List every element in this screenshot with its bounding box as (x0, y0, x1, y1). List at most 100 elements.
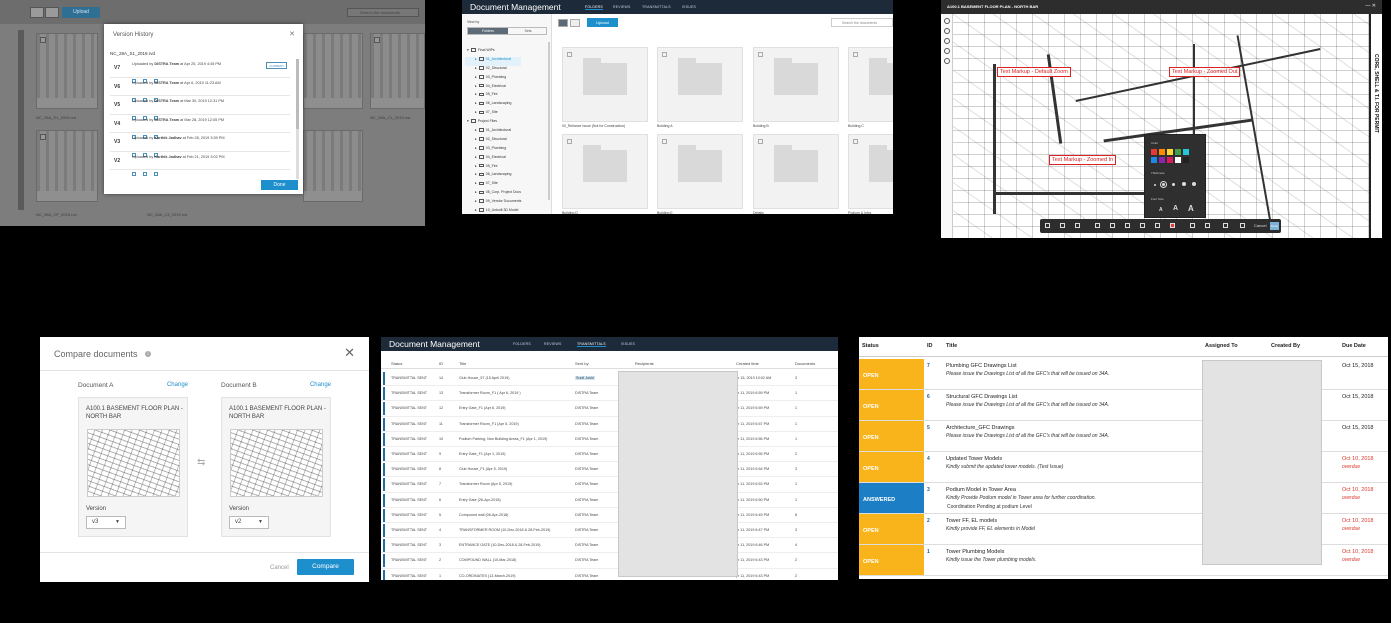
chevron-right-icon[interactable]: ▸ (475, 172, 477, 176)
folder-card[interactable] (657, 134, 743, 209)
color-swatch[interactable] (1151, 149, 1157, 155)
table-row[interactable]: TRANSMITTAL SENT 12 Entry Gate_F1 (Apr 6, … (381, 401, 838, 417)
checkbox[interactable] (853, 139, 858, 144)
chevron-right-icon[interactable]: ▸ (475, 146, 477, 150)
chevron-right-icon[interactable]: ▸ (475, 75, 477, 79)
version-select[interactable]: v2 ▼ (229, 516, 269, 529)
upload-button[interactable]: Upload (587, 18, 618, 27)
text-markup[interactable]: Text Markup - Zoomed In (1049, 155, 1117, 165)
freehand-icon[interactable] (1110, 223, 1115, 228)
checkbox[interactable] (40, 37, 46, 43)
history-icon[interactable] (944, 58, 950, 64)
table-row[interactable]: TRANSMITTAL SENT 3 ENTRANCE GATE (10-Dec-2… (381, 538, 838, 554)
text-icon[interactable] (1155, 223, 1160, 228)
compare-button[interactable]: Compare (297, 559, 354, 575)
cancel-button[interactable]: Cancel (1254, 223, 1266, 228)
tab-reviews[interactable]: REVIEWS (544, 342, 562, 346)
chevron-right-icon[interactable]: ▸ (475, 181, 477, 185)
checkbox[interactable] (853, 52, 858, 57)
tree-item[interactable]: ▸ 03_Plumbing (465, 75, 521, 84)
thickness-option[interactable] (1160, 181, 1167, 188)
tree-item[interactable]: ▸ 10_Unbuilt 3D Model (465, 208, 521, 214)
compare-icon[interactable] (944, 48, 950, 54)
text-markup[interactable]: Text Markup - Zoomed Out (1169, 67, 1241, 77)
table-row[interactable]: TRANSMITTAL SENT 4 TRANSFORMER ROOM (10-De… (381, 523, 838, 539)
column-header[interactable]: ID (439, 361, 443, 366)
font-size-medium[interactable]: A (1173, 205, 1178, 212)
color-swatch[interactable] (1167, 149, 1173, 155)
image-icon[interactable] (1240, 223, 1245, 228)
arrow-icon[interactable] (1140, 223, 1145, 228)
done-button[interactable]: Done (1270, 222, 1279, 230)
tree-root[interactable]: ▾ Final WIPs (465, 48, 521, 57)
delete-icon[interactable] (1223, 223, 1228, 228)
tab-transmittals[interactable]: TRANSMITTALS (642, 5, 671, 9)
layers-icon[interactable] (944, 18, 950, 24)
checkbox[interactable] (374, 37, 380, 43)
done-button[interactable]: Done (261, 180, 298, 190)
checkbox[interactable] (567, 52, 572, 57)
checkbox[interactable] (758, 139, 763, 144)
table-row[interactable]: TRANSMITTAL SENT 2 COMPOUND WALL (10-Mar-2… (381, 553, 838, 569)
file-thumbnail[interactable] (303, 33, 363, 109)
fit-icon[interactable] (1060, 223, 1065, 228)
tree-item[interactable]: ▸ 07_Site (465, 181, 521, 190)
chevron-right-icon[interactable]: ▸ (475, 190, 477, 194)
chevron-right-icon[interactable]: ▸ (475, 101, 477, 105)
highlighter-icon[interactable] (1125, 223, 1130, 228)
table-row[interactable]: TRANSMITTAL SENT 5 Compound wall (06-Apr-2… (381, 508, 838, 523)
chevron-right-icon[interactable]: ▸ (475, 84, 477, 88)
color-swatch[interactable] (1175, 149, 1181, 155)
tab-reviews[interactable]: REVIEWS (613, 5, 631, 9)
version-row[interactable]: V3 Uploaded by Karthik Jadhav at Feb 28, … (110, 133, 290, 157)
chevron-right-icon[interactable]: ▸ (475, 57, 477, 61)
folder-card[interactable] (753, 134, 839, 209)
chevron-right-icon[interactable]: ▸ (475, 208, 477, 212)
color-swatch[interactable] (1183, 157, 1189, 163)
column-header[interactable]: Documents (795, 361, 815, 366)
scrollbar[interactable] (18, 30, 24, 210)
folder-card[interactable] (848, 47, 893, 122)
scrollbar[interactable] (548, 42, 550, 200)
table-row[interactable]: TRANSMITTAL SENT 10 Podium Parking, Non Bu… (381, 432, 838, 447)
grid-view-icon[interactable] (558, 19, 568, 27)
thickness-option[interactable] (1192, 182, 1196, 186)
color-icon[interactable] (1170, 223, 1175, 228)
change-document-b-link[interactable]: Change (310, 382, 331, 388)
chevron-right-icon[interactable]: ▸ (475, 92, 477, 96)
version-row[interactable]: V6 Uploaded by DISTRA Team at Apr 6, 2019… (110, 78, 290, 102)
tree-root[interactable]: ▾ Project Files (465, 119, 521, 128)
table-row[interactable]: TRANSMITTAL SENT 9 Entry Gate_F1 (Apr 1, 2… (381, 447, 838, 463)
folder-card[interactable] (848, 134, 893, 209)
list-view-icon[interactable] (570, 19, 580, 27)
undo-icon[interactable] (1190, 223, 1195, 228)
search-input[interactable]: Search the documents (347, 8, 419, 17)
pan-icon[interactable] (1045, 223, 1050, 228)
chevron-right-icon[interactable]: ▸ (475, 199, 477, 203)
table-row[interactable]: TRANSMITTAL SENT 7 Transformer Room (Apr 5… (381, 477, 838, 493)
color-swatch[interactable] (1167, 157, 1173, 163)
chevron-right-icon[interactable]: ▸ (475, 137, 477, 141)
folders-toggle[interactable]: Folders (468, 28, 508, 34)
grid-view-icon[interactable] (30, 7, 44, 18)
color-swatch[interactable] (1159, 157, 1165, 163)
tree-item[interactable]: ▸ 01_Architectural (465, 128, 521, 137)
tree-item[interactable]: ▸ 04_Electrical (465, 155, 521, 164)
color-swatch[interactable] (1151, 157, 1157, 163)
text-markup[interactable]: Text Markup - Default Zoom (997, 67, 1071, 77)
version-row[interactable]: V2 Uploaded by Karthik Jadhav at Feb 21, … (110, 152, 290, 176)
tree-item[interactable]: ▸ 03_Plumbing (465, 146, 521, 155)
search-input[interactable]: Search the documents (831, 18, 893, 27)
checkbox[interactable] (662, 139, 667, 144)
column-header[interactable]: Sent by (575, 361, 589, 366)
version-row[interactable]: V5 Uploaded by DISTRA Team at Mar 30, 201… (110, 96, 290, 120)
column-header[interactable]: Title (459, 361, 466, 366)
chevron-right-icon[interactable]: ▸ (475, 128, 477, 132)
window-controls[interactable]: — ✕ (1365, 3, 1376, 9)
chevron-right-icon[interactable]: ▸ (475, 164, 477, 168)
tab-issues[interactable]: ISSUES (682, 5, 696, 9)
change-document-a-link[interactable]: Change (167, 382, 188, 388)
table-row[interactable]: TRANSMITTAL SENT 14 Club House_57 (15 Apri… (381, 371, 838, 387)
font-size-large[interactable]: A (1188, 204, 1194, 213)
tree-item[interactable]: ▸ 01_Architectural (465, 56, 522, 66)
